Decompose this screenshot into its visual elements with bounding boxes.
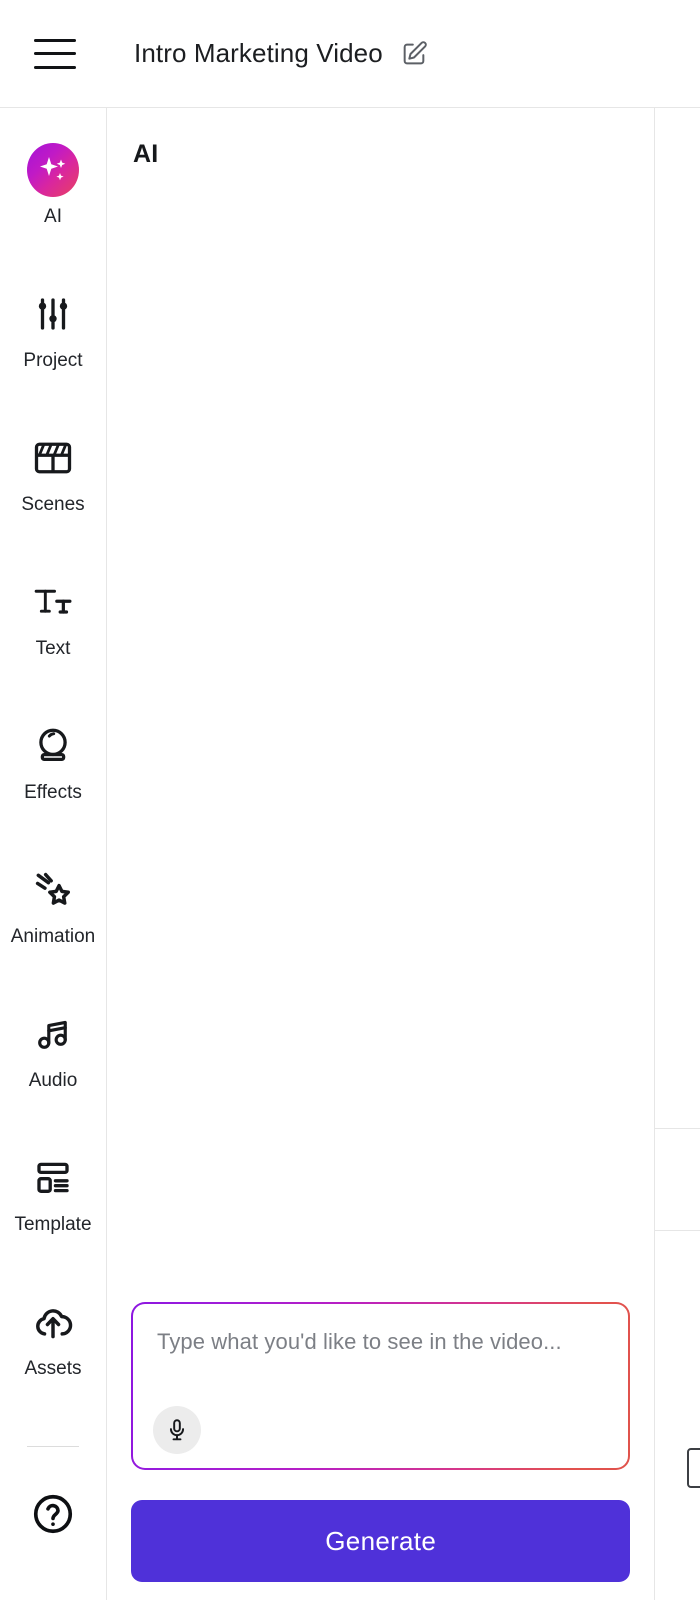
- hamburger-menu-icon[interactable]: [34, 37, 76, 71]
- sidebar-item-ai[interactable]: AI: [0, 132, 107, 276]
- sidebar-item-label: Audio: [28, 1070, 78, 1091]
- prompt-input-inner[interactable]: Type what you'd like to see in the video…: [133, 1304, 629, 1468]
- text-tt-icon: [27, 576, 79, 628]
- sidebar-item-effects[interactable]: Effects: [0, 708, 107, 852]
- top-bar: Intro Marketing Video: [0, 0, 700, 108]
- crystal-ball-icon: [27, 720, 79, 772]
- sidebar-item-label: Assets: [24, 1358, 82, 1379]
- video-editor-app: Intro Marketing Video AI Project Scenes …: [0, 0, 700, 1600]
- sliver-divider: [655, 1128, 700, 1129]
- sidebar-item-label: Text: [35, 638, 71, 659]
- hamburger-bar: [34, 52, 76, 55]
- sliver-divider: [655, 1230, 700, 1231]
- sidebar-item-project[interactable]: Project: [0, 276, 107, 420]
- generate-button[interactable]: Generate: [131, 1500, 631, 1582]
- microphone-icon[interactable]: [153, 1406, 201, 1454]
- page-title: Intro Marketing Video: [134, 38, 383, 68]
- left-toolbar: AI Project Scenes Text Effects Animation…: [0, 108, 107, 1600]
- sliders-settings-icon: [27, 288, 79, 340]
- sidebar-item-label: Project: [23, 350, 83, 371]
- edit-pencil-square-icon[interactable]: [399, 39, 429, 69]
- sidebar-item-label: AI: [44, 206, 62, 227]
- sidebar-item-label: Template: [14, 1214, 92, 1235]
- cloud-upload-icon: [27, 1296, 79, 1348]
- sidebar-item-text[interactable]: Text: [0, 564, 107, 708]
- ai-sparkles-icon: [27, 143, 79, 197]
- hamburger-bar: [34, 38, 76, 42]
- panel-footer: Type what you'd like to see in the video…: [107, 1302, 654, 1600]
- panel-heading: AI: [133, 140, 159, 168]
- sidebar-item-template[interactable]: Template: [0, 1140, 107, 1284]
- sidebar-item-assets[interactable]: Assets: [0, 1284, 107, 1428]
- sidebar-item-label: Animation: [10, 926, 96, 947]
- right-pane-sliver: [655, 108, 700, 1600]
- hamburger-bar: [34, 65, 76, 69]
- sidebar-divider: [27, 1446, 79, 1447]
- music-note-icon: [27, 1008, 79, 1060]
- editor-body: AI Project Scenes Text Effects Animation…: [0, 108, 700, 1600]
- panel-content-area: [107, 169, 654, 1302]
- sidebar-item-scenes[interactable]: Scenes: [0, 420, 107, 564]
- sidebar-item-animation[interactable]: Animation: [0, 852, 107, 996]
- sidebar-item-label: Scenes: [21, 494, 85, 515]
- prompt-input-wrapper[interactable]: Type what you'd like to see in the video…: [131, 1302, 631, 1470]
- sidebar-item-audio[interactable]: Audio: [0, 996, 107, 1140]
- sidebar-item-label: Effects: [24, 782, 82, 803]
- prompt-placeholder-text: Type what you'd like to see in the video…: [157, 1329, 562, 1354]
- ai-panel: AI Type what you'd like to see in the vi…: [107, 108, 656, 1600]
- layout-template-icon: [27, 1152, 79, 1204]
- clapperboard-icon: [27, 432, 79, 484]
- shooting-star-icon: [27, 864, 79, 916]
- question-circle-icon: [30, 1491, 76, 1542]
- sliver-partial-control[interactable]: [687, 1448, 700, 1488]
- sidebar-item-help[interactable]: [0, 1491, 107, 1542]
